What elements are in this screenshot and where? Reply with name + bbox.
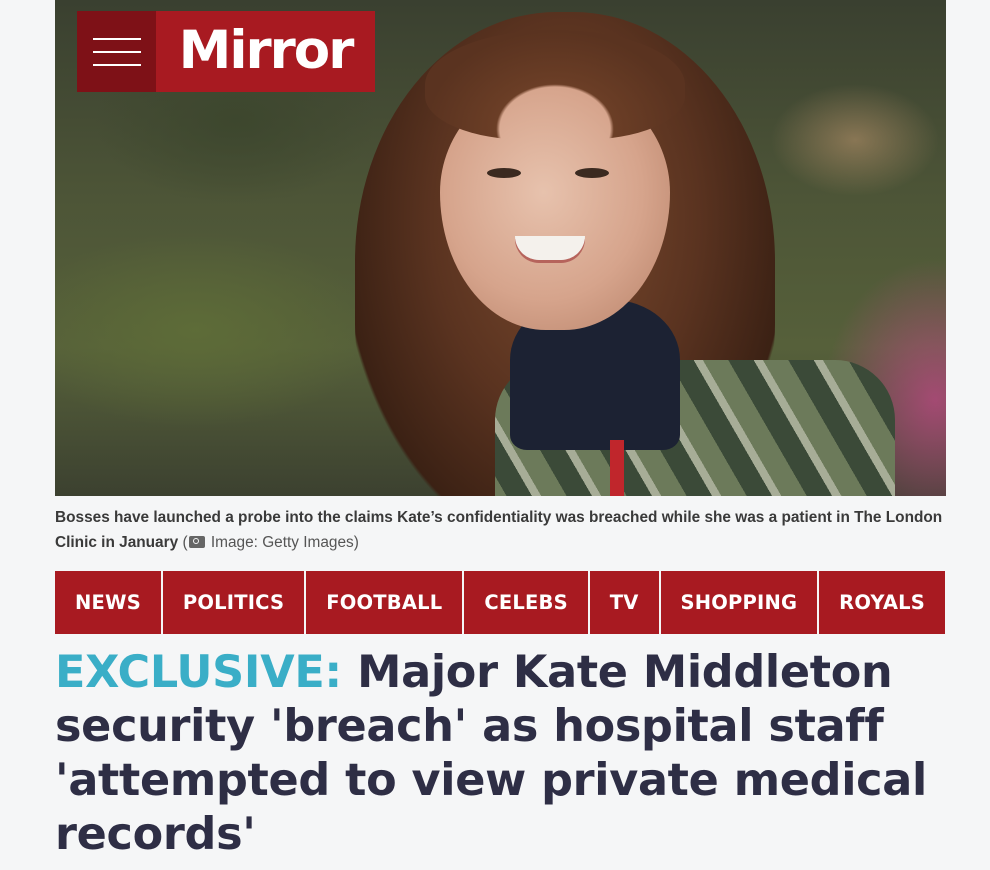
hero-eye-left xyxy=(487,168,521,178)
site-header: Mirror xyxy=(77,11,375,92)
hero-eye-right xyxy=(575,168,609,178)
nav-item-shopping[interactable]: SHOPPING xyxy=(661,571,820,634)
hero-tie xyxy=(610,440,624,496)
camera-icon xyxy=(188,536,205,548)
menu-bar-icon xyxy=(92,63,141,66)
mirror-logo[interactable]: Mirror xyxy=(156,11,375,92)
nav-item-royals[interactable]: ROYALS xyxy=(819,571,945,634)
hero-bangs xyxy=(425,30,685,140)
article-headline: EXCLUSIVE: Major Kate Middleton security… xyxy=(55,646,935,862)
hamburger-menu-button[interactable] xyxy=(77,11,156,92)
image-caption: Bosses have launched a probe into the cl… xyxy=(55,505,955,555)
nav-item-tv[interactable]: TV xyxy=(590,571,661,634)
nav-item-news[interactable]: NEWS xyxy=(55,571,163,634)
main-nav: NEWS POLITICS FOOTBALL CELEBS TV SHOPPIN… xyxy=(55,571,945,634)
nav-item-football[interactable]: FOOTBALL xyxy=(306,571,465,634)
nav-item-celebs[interactable]: CELEBS xyxy=(464,571,590,634)
menu-bar-icon xyxy=(92,50,141,53)
headline-kicker: EXCLUSIVE: xyxy=(55,647,342,698)
nav-item-politics[interactable]: POLITICS xyxy=(163,571,307,634)
caption-credit: ( Image: Getty Images) xyxy=(182,534,359,551)
menu-bar-icon xyxy=(92,37,141,40)
